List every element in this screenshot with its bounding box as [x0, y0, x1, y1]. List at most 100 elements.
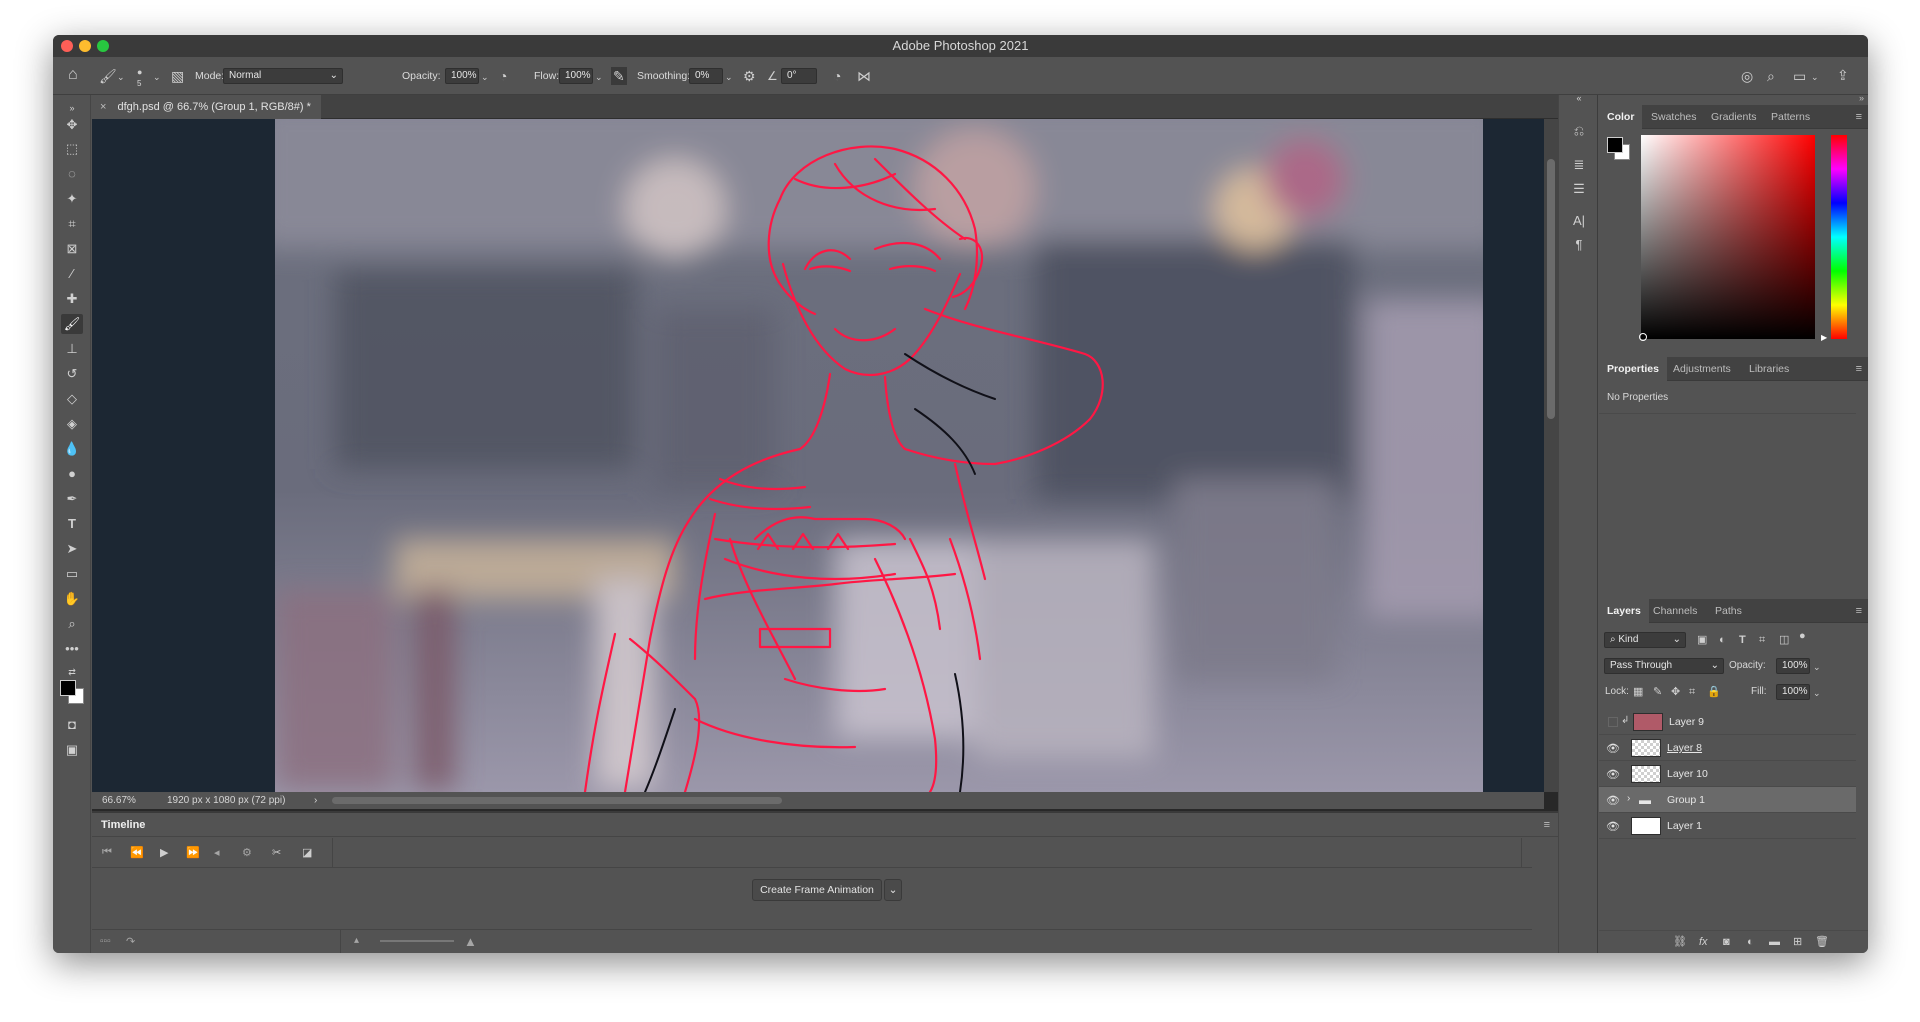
canvas[interactable]: [275, 119, 1483, 792]
adjustments-icon[interactable]: ☰: [1569, 181, 1589, 201]
eye-icon[interactable]: 👁: [1606, 794, 1620, 807]
rectangle-tool-icon[interactable]: ▭: [61, 564, 83, 584]
next-frame-icon[interactable]: ⏩: [186, 846, 200, 859]
split-scissors-icon[interactable]: ✂: [272, 846, 281, 859]
add-mask-icon[interactable]: ◙: [1723, 935, 1730, 949]
hue-slider[interactable]: [1831, 135, 1847, 339]
share-icon[interactable]: ⇪: [1837, 68, 1849, 82]
quick-mask-icon[interactable]: ◘: [61, 715, 83, 735]
share-learn-icon[interactable]: ◎: [1741, 69, 1753, 83]
smoothing-field[interactable]: 0%: [689, 68, 723, 84]
layer-row-layer-10[interactable]: 👁 Layer 10: [1599, 761, 1856, 787]
move-tool-icon[interactable]: ✥: [61, 115, 83, 135]
panel-menu-icon[interactable]: ≡: [1856, 605, 1862, 617]
chevron-down-icon[interactable]: ⌄: [1813, 660, 1821, 674]
workspace-icon[interactable]: ▭: [1793, 69, 1806, 83]
brush-settings-panel-icon[interactable]: ▧: [171, 69, 184, 83]
home-icon[interactable]: ⌂: [68, 67, 78, 83]
new-layer-icon[interactable]: ⊞: [1793, 935, 1802, 949]
swap-colors-icon[interactable]: ⇄: [61, 662, 83, 682]
zoom-tool-icon[interactable]: ⌕: [61, 614, 83, 634]
fx-icon[interactable]: fx: [1699, 935, 1708, 949]
filter-adjustment-icon[interactable]: ◐: [1719, 633, 1726, 647]
zoom-level[interactable]: 66.67%: [102, 792, 136, 809]
zoom-in-timeline-icon[interactable]: ▲: [464, 934, 477, 949]
chevron-right-icon[interactable]: ›: [1627, 793, 1630, 804]
document-tab[interactable]: × dfgh.psd @ 66.7% (Group 1, RGB/8#) *: [92, 95, 321, 119]
horizontal-scroll-thumb[interactable]: [332, 797, 782, 804]
eraser-tool-icon[interactable]: ◇: [61, 389, 83, 409]
chevron-down-icon[interactable]: ⌄: [117, 70, 125, 84]
more-tools-icon[interactable]: •••: [61, 639, 83, 659]
blend-mode-select[interactable]: Pass Through ⌄: [1604, 658, 1724, 674]
airbrush-icon[interactable]: ✎: [611, 67, 627, 85]
stamp-tool-icon[interactable]: ⊥: [61, 339, 83, 359]
character-panel-icon[interactable]: A|: [1569, 213, 1589, 233]
layer-row-layer-1[interactable]: 👁 Layer 1: [1599, 813, 1856, 839]
zoom-window-button[interactable]: [97, 40, 109, 52]
filter-pixel-icon[interactable]: ▣: [1697, 633, 1707, 647]
tab-properties[interactable]: Properties: [1599, 357, 1667, 381]
filter-smart-object-icon[interactable]: ◫: [1779, 633, 1789, 647]
magic-wand-tool-icon[interactable]: ✦: [61, 189, 83, 209]
transition-icon[interactable]: ◪: [302, 846, 312, 859]
filter-type-icon[interactable]: T: [1739, 633, 1746, 647]
foreground-color-chip[interactable]: [1607, 137, 1623, 153]
eye-icon[interactable]: 👁: [1606, 820, 1620, 833]
pen-tool-icon[interactable]: ✒: [61, 489, 83, 509]
close-window-button[interactable]: [61, 40, 73, 52]
path-selection-tool-icon[interactable]: ➤: [61, 539, 83, 559]
layer-row-layer-9[interactable]: ↲ Layer 9: [1599, 709, 1856, 735]
frames-icon[interactable]: ▫▫▫: [100, 936, 111, 947]
lock-position-icon[interactable]: ✥: [1671, 685, 1680, 699]
paragraph-panel-icon[interactable]: ¶: [1569, 237, 1589, 257]
timeline-zoom-slider[interactable]: [380, 940, 454, 942]
healing-brush-tool-icon[interactable]: ✚: [61, 289, 83, 309]
filter-toggle-icon[interactable]: ●: [1799, 629, 1806, 643]
create-frame-animation-button[interactable]: Create Frame Animation: [752, 879, 882, 901]
tab-libraries[interactable]: Libraries: [1741, 357, 1797, 381]
color-picker-handle[interactable]: [1639, 333, 1647, 341]
gear-icon[interactable]: ⚙: [743, 69, 756, 83]
chevron-down-icon[interactable]: ⌄: [153, 70, 161, 84]
chevron-down-icon[interactable]: ⌄: [595, 70, 603, 84]
close-icon[interactable]: ×: [100, 101, 106, 113]
link-layers-icon[interactable]: ⛓: [1673, 935, 1687, 949]
chevron-down-icon[interactable]: ⌄: [1811, 70, 1819, 84]
history-brush-tool-icon[interactable]: ↺: [61, 364, 83, 384]
frame-tool-icon[interactable]: ⊠: [61, 239, 83, 259]
marquee-tool-icon[interactable]: ⬚: [61, 139, 83, 159]
layer-filter-select[interactable]: ⌕ Kind ⌄: [1604, 632, 1686, 648]
foreground-color-swatch[interactable]: [60, 680, 76, 696]
hue-slider-handle[interactable]: ▶: [1821, 333, 1827, 342]
collapse-panels-icon[interactable]: »: [1859, 93, 1864, 103]
minimize-window-button[interactable]: [79, 40, 91, 52]
eye-icon[interactable]: 👁: [1606, 742, 1620, 755]
flow-field[interactable]: 100%: [559, 68, 593, 84]
vertical-scroll-thumb[interactable]: [1547, 159, 1555, 419]
layer-opacity-field[interactable]: 100%: [1776, 658, 1810, 674]
brush-settings-icon[interactable]: ≣: [1569, 157, 1589, 177]
pressure-opacity-icon[interactable]: ◔: [499, 69, 507, 83]
tab-swatches[interactable]: Swatches: [1643, 105, 1705, 129]
history-panel-icon[interactable]: ⎌: [1569, 123, 1589, 143]
play-icon[interactable]: ▶: [160, 846, 168, 859]
pressure-size-icon[interactable]: ◔: [833, 69, 841, 83]
trash-icon[interactable]: 🗑: [1815, 935, 1829, 949]
first-frame-icon[interactable]: ⏮: [102, 846, 112, 859]
new-group-icon[interactable]: ▬: [1769, 935, 1780, 949]
eye-icon[interactable]: 👁: [1606, 768, 1620, 781]
hand-tool-icon[interactable]: ✋: [61, 589, 83, 609]
filter-shape-icon[interactable]: ⌗: [1759, 633, 1765, 647]
lock-all-icon[interactable]: 🔒: [1707, 685, 1721, 699]
panel-menu-icon[interactable]: ≡: [1856, 111, 1862, 123]
symmetry-icon[interactable]: ⋈: [857, 69, 871, 83]
tab-paths[interactable]: Paths: [1707, 599, 1750, 623]
status-chevron-icon[interactable]: ›: [314, 792, 317, 809]
tab-gradients[interactable]: Gradients: [1703, 105, 1765, 129]
blur-tool-icon[interactable]: 💧: [61, 439, 83, 459]
fill-field[interactable]: 100%: [1776, 684, 1810, 700]
crop-tool-icon[interactable]: ⌗: [61, 214, 83, 234]
tab-color[interactable]: Color: [1599, 105, 1643, 129]
chevron-down-icon[interactable]: ⌄: [481, 70, 489, 84]
